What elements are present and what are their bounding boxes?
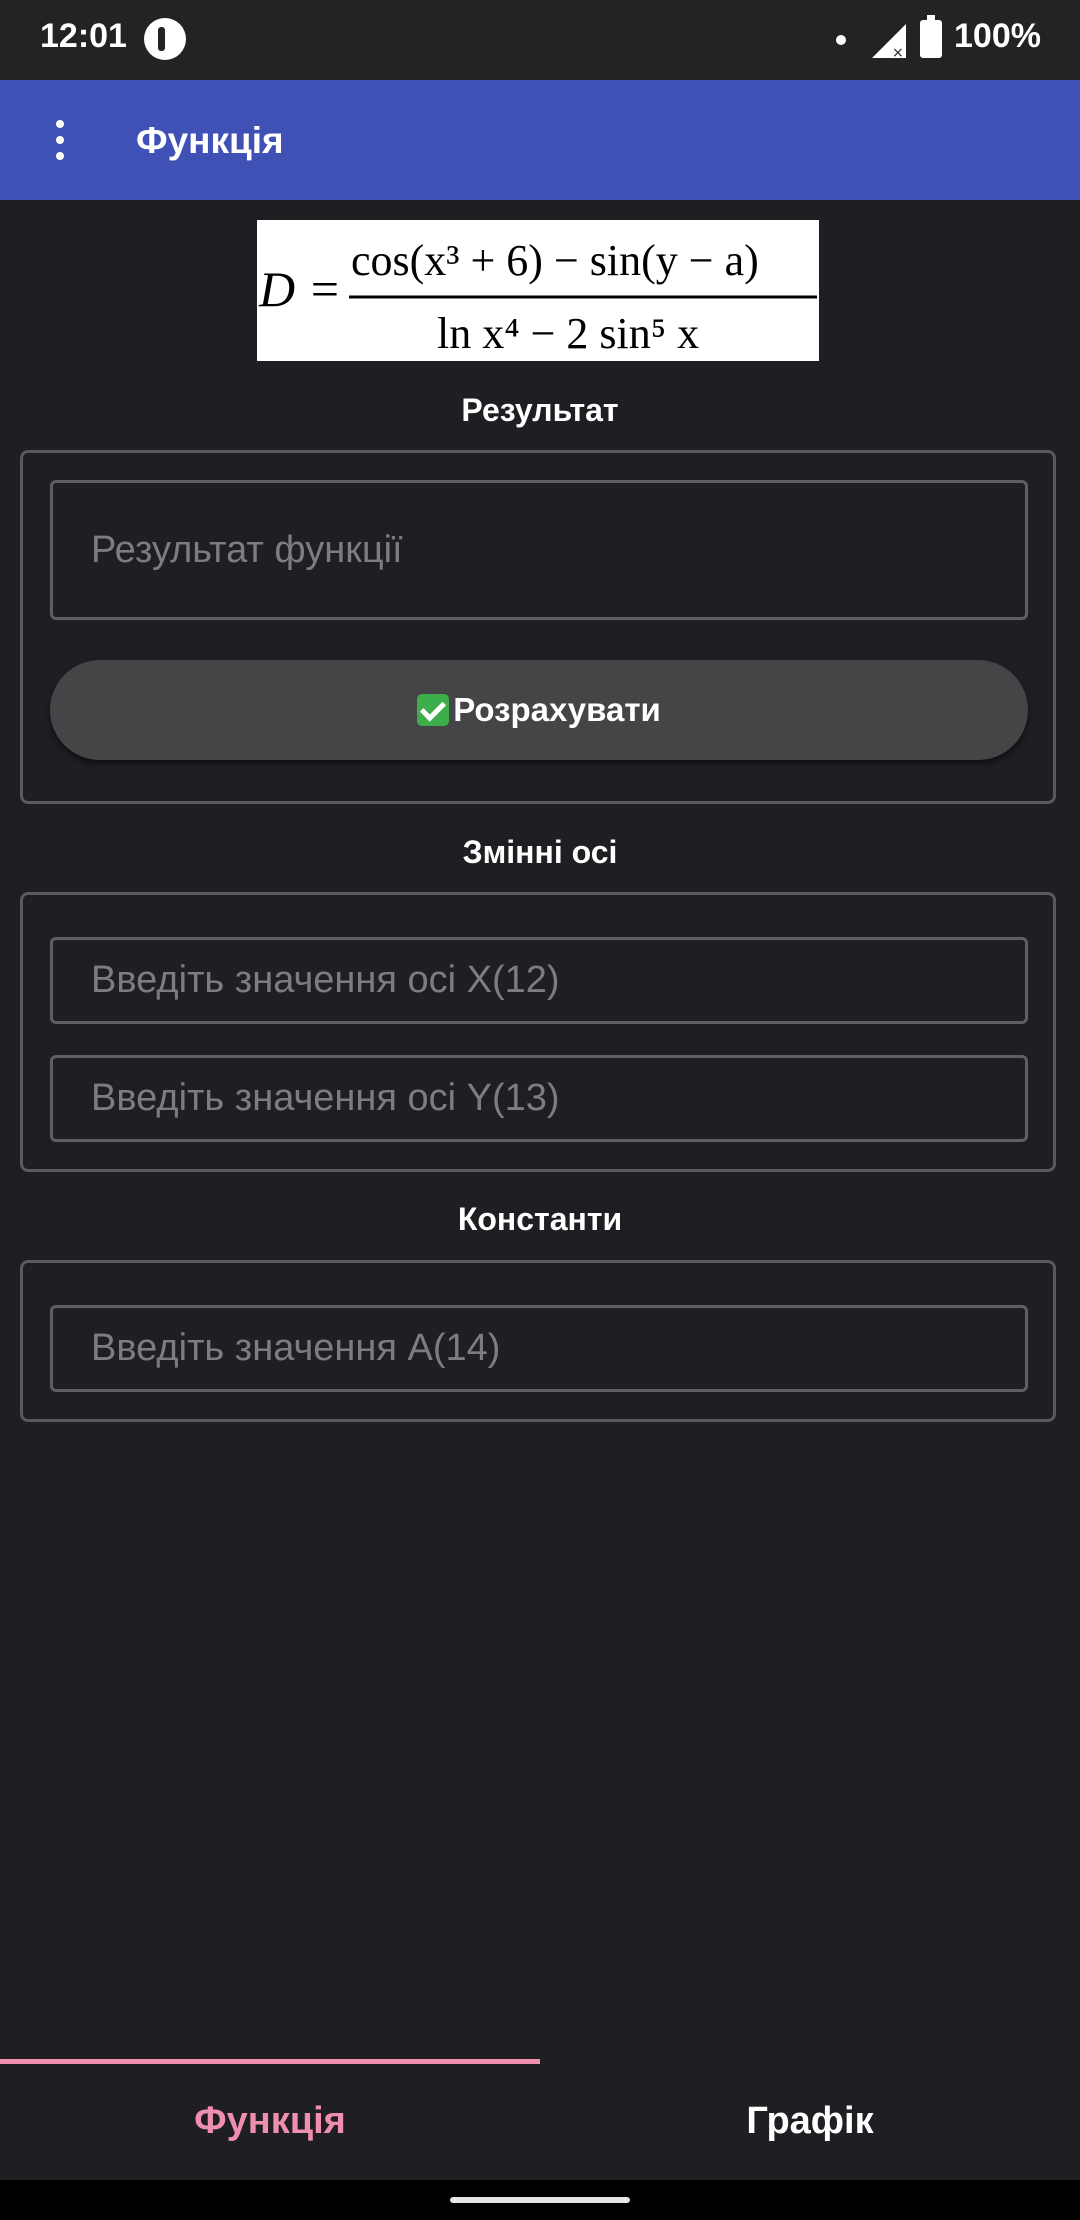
notification-app-icon	[144, 18, 186, 60]
result-field[interactable]	[50, 480, 1028, 620]
check-mark-icon	[417, 694, 450, 726]
formula-lhs: D =	[258, 261, 341, 317]
battery-level: 100%	[954, 17, 1041, 55]
notification-dot-icon	[836, 35, 846, 45]
formula-denominator: ln x⁴ − 2 sin⁵ x	[437, 309, 699, 358]
formula-image: D = cos(x³ + 6) − sin(y − a) ln x⁴ − 2 s…	[257, 220, 819, 361]
signal-icon: ×	[872, 24, 906, 58]
home-gesture-handle[interactable]	[450, 2197, 630, 2203]
tab-function[interactable]: Функція	[0, 2064, 540, 2179]
formula-numerator: cos(x³ + 6) − sin(y − a)	[351, 236, 759, 285]
app-title: Функція	[136, 120, 284, 161]
a-constant-input[interactable]	[50, 1305, 1028, 1392]
formula-svg: D = cos(x³ + 6) − sin(y − a) ln x⁴ − 2 s…	[258, 236, 817, 358]
x-axis-input[interactable]	[50, 937, 1028, 1024]
battery-icon	[920, 15, 942, 58]
system-nav-bar	[0, 2180, 1080, 2220]
svg-text:×: ×	[892, 45, 904, 58]
y-axis-input[interactable]	[50, 1055, 1028, 1142]
constants-section-title: Константи	[457, 1201, 623, 1237]
status-time: 12:01	[40, 17, 127, 55]
status-bar: 12:01 × 100%	[0, 0, 1080, 80]
result-section-title: Результат	[461, 392, 619, 428]
tab-graph[interactable]: Графік	[540, 2064, 1080, 2179]
axes-section-title: Змінні осі	[462, 834, 618, 870]
calculate-button-label: Розрахувати	[453, 691, 661, 728]
overflow-menu-icon[interactable]	[46, 118, 74, 162]
calculate-button[interactable]: Розрахувати	[50, 660, 1028, 760]
app-bar: Функція	[0, 80, 1080, 200]
